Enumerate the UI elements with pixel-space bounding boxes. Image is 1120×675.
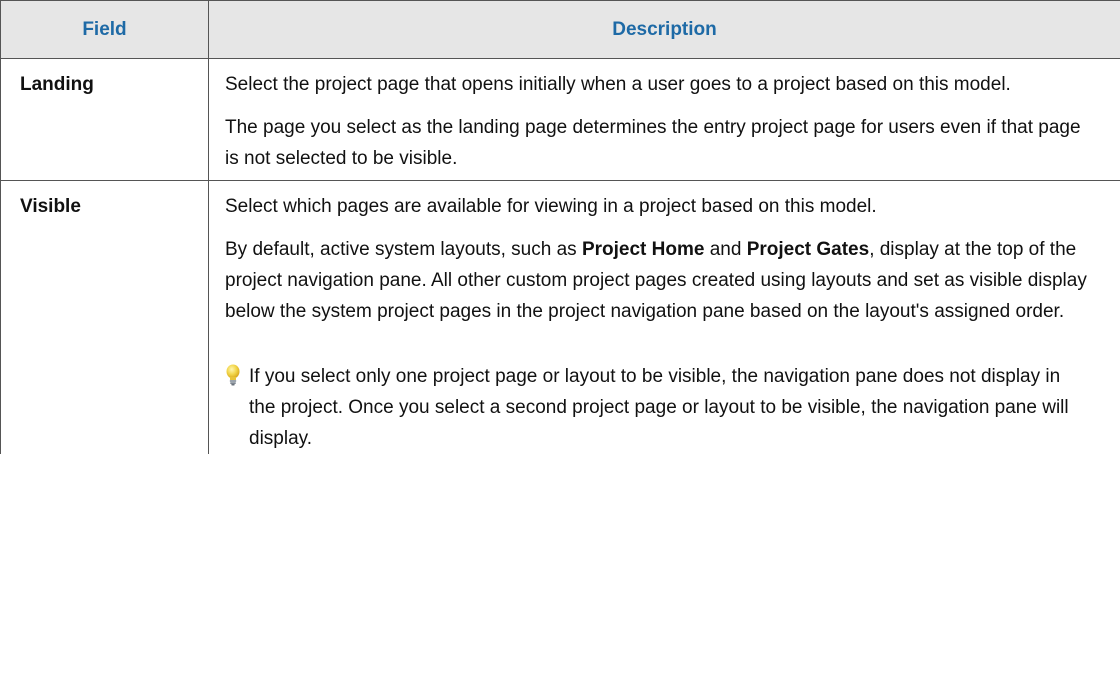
table-row-landing: Landing Select the project page that ope… xyxy=(0,58,1120,181)
paragraph-text: By default, active system layouts, such … xyxy=(225,239,582,260)
tip-note: If you select only one project page or l… xyxy=(225,361,1090,454)
field-name-visible: Visible xyxy=(0,180,209,454)
table-row-visible: Visible Select which pages are available… xyxy=(0,180,1120,454)
description-paragraph: The page you select as the landing page … xyxy=(225,117,1081,169)
bold-term-project-home: Project Home xyxy=(581,239,705,260)
tip-text: If you select only one project page or l… xyxy=(249,366,1069,449)
table-header-row: Field Description xyxy=(0,0,1120,59)
description-paragraph: Select the project page that opens initi… xyxy=(225,74,1011,95)
field-name-landing: Landing xyxy=(0,58,209,181)
default-layouts-paragraph: By default, active system layouts, such … xyxy=(225,234,1090,327)
header-description: Description xyxy=(208,0,1120,59)
paragraph-text: and xyxy=(704,239,747,260)
field-description-table: Field Description Landing Select the pro… xyxy=(0,0,1120,454)
description-landing: Select the project page that opens initi… xyxy=(208,58,1120,181)
description-paragraph: Select which pages are available for vie… xyxy=(225,196,877,217)
bold-term-project-gates: Project Gates xyxy=(746,239,870,260)
lightbulb-icon xyxy=(225,364,241,386)
description-visible: Select which pages are available for vie… xyxy=(208,180,1120,454)
header-field: Field xyxy=(0,0,209,59)
